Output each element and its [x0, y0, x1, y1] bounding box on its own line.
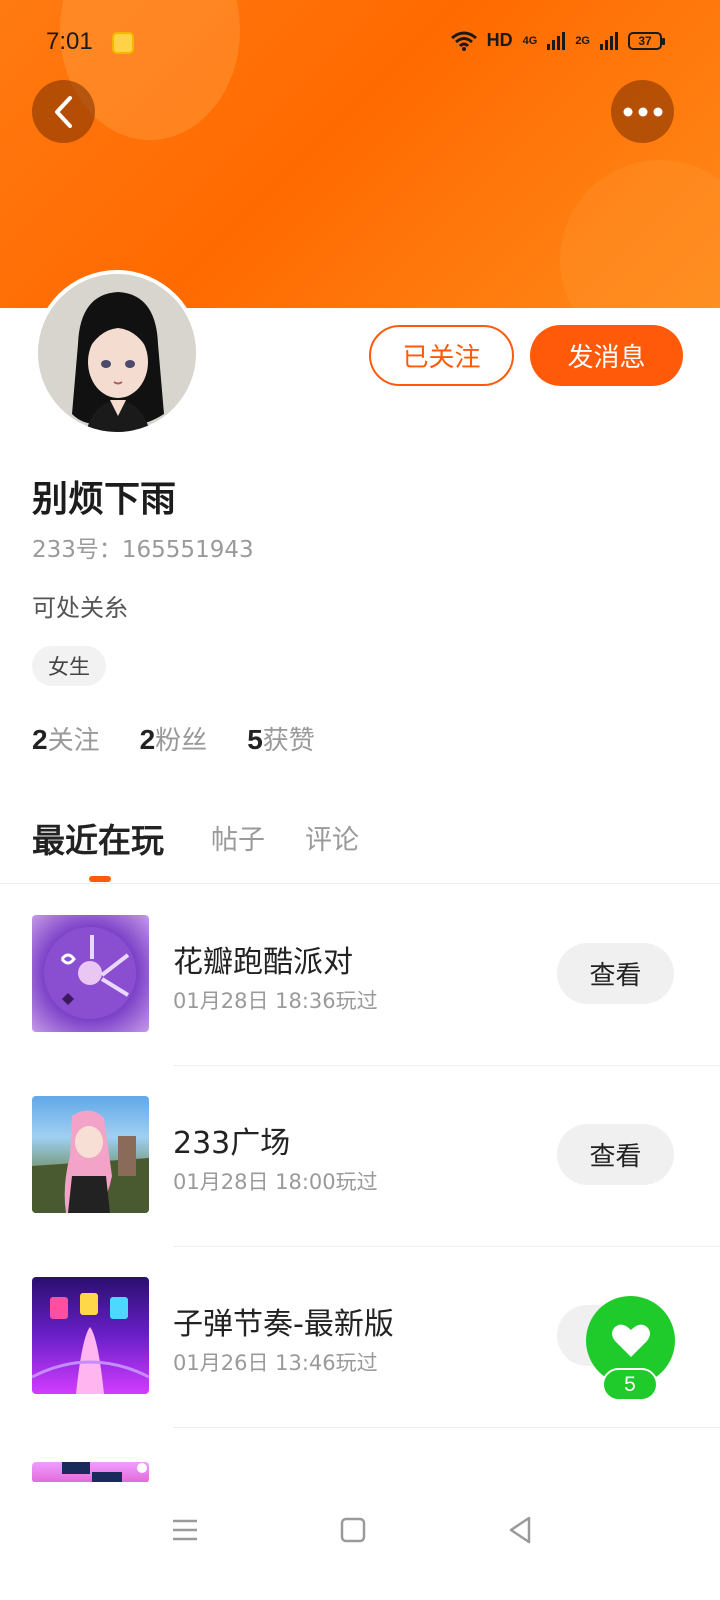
game-thumbnail: [32, 1462, 149, 1483]
user-bio: 可处关糸: [32, 594, 128, 622]
battery-icon: 37: [628, 31, 665, 50]
tab-posts[interactable]: 帖子: [211, 818, 265, 857]
stat-likes[interactable]: 5获赞: [247, 720, 315, 757]
view-game-button[interactable]: 查看: [557, 943, 674, 1004]
stat-fans-label: 粉丝: [155, 726, 208, 756]
status-time: 7:01: [46, 28, 93, 55]
menu-icon: [173, 1519, 197, 1541]
stat-likes-count: 5: [247, 724, 263, 755]
stat-following-label: 关注: [47, 726, 100, 756]
more-options-button[interactable]: [611, 80, 674, 143]
signal-bars-2-icon: [600, 31, 618, 50]
game-thumbnail: [32, 1277, 149, 1394]
game-played-time: 01月28日 18:00玩过: [173, 1170, 378, 1194]
like-count-badge: 5: [602, 1368, 658, 1401]
notification-app-icon: [112, 32, 134, 54]
nav-recent-apps-button[interactable]: [165, 1510, 205, 1550]
tab-recent-played[interactable]: 最近在玩: [32, 814, 164, 862]
list-item[interactable]: 花瓣跑酷派对 01月28日 18:36玩过 查看: [0, 885, 720, 1066]
back-button[interactable]: [32, 80, 95, 143]
avatar[interactable]: [34, 270, 200, 436]
game-title: 子弹节奏-最新版: [173, 1307, 394, 1342]
system-nav-bar: [0, 1482, 720, 1600]
back-triangle-icon: [509, 1516, 531, 1544]
game-title: 花瓣跑酷派对: [173, 945, 353, 980]
game-played-time: 01月26日 13:46玩过: [173, 1351, 378, 1375]
profile-tabs: 最近在玩 帖子 评论: [0, 810, 720, 884]
tab-comments[interactable]: 评论: [305, 818, 359, 857]
more-dots-icon: [623, 107, 662, 116]
following-button[interactable]: 已关注: [369, 325, 514, 386]
hd-indicator: HD: [486, 30, 513, 50]
signal-2g-label: 2G: [575, 34, 590, 47]
status-indicators: HD 4G 2G 37: [450, 30, 665, 51]
game-thumbnail: [32, 1096, 149, 1213]
gender-tag: 女生: [32, 646, 106, 686]
stat-fans[interactable]: 2粉丝: [140, 720, 208, 757]
signal-bars-icon: [547, 31, 566, 50]
tab-active-indicator: [89, 876, 111, 882]
list-item[interactable]: [0, 1428, 720, 1483]
view-game-button[interactable]: 查看: [557, 1124, 674, 1185]
username: 别烦下雨: [32, 479, 177, 520]
stat-following[interactable]: 2关注: [32, 720, 100, 757]
heart-icon: [611, 1324, 650, 1357]
nav-home-button[interactable]: [333, 1510, 373, 1550]
user-id: 233号：165551943: [32, 537, 254, 563]
home-square-icon: [340, 1517, 366, 1543]
send-message-button[interactable]: 发消息: [530, 325, 683, 386]
game-played-time: 01月28日 18:36玩过: [173, 989, 378, 1013]
stat-likes-label: 获赞: [262, 726, 315, 756]
stat-fans-count: 2: [139, 724, 156, 755]
status-bar: 7:01 HD 4G 2G 37: [0, 24, 720, 64]
signal-4g-label: 4G: [522, 34, 538, 47]
back-arrow-icon: [54, 95, 72, 128]
nav-back-button[interactable]: [500, 1510, 540, 1550]
wifi-icon: [450, 31, 477, 51]
avatar-image: [38, 274, 196, 432]
stat-following-count: 2: [32, 724, 48, 755]
game-title: 233广场: [173, 1126, 291, 1161]
profile-stats: 2关注 2粉丝 5获赞: [32, 720, 315, 757]
game-thumbnail: [32, 915, 149, 1032]
battery-level: 37: [638, 33, 652, 48]
list-item[interactable]: 233广场 01月28日 18:00玩过 查看: [0, 1066, 720, 1247]
